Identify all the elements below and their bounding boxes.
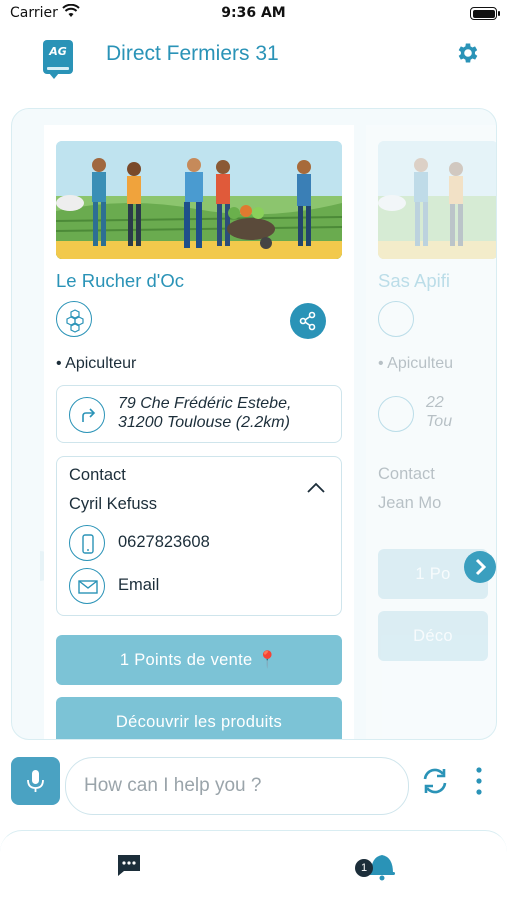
directions-icon[interactable] — [378, 396, 414, 432]
gear-icon[interactable] — [455, 40, 481, 66]
address-line-2: 31200 Toulouse (2.2km) — [118, 414, 290, 431]
phone-icon[interactable] — [69, 525, 105, 561]
microphone-icon — [27, 770, 44, 792]
notification-badge: 1 — [355, 859, 373, 877]
phone-number[interactable]: 0627823608 — [118, 533, 210, 552]
chevron-up-icon[interactable] — [305, 481, 327, 495]
discover-products-button[interactable]: Déco — [378, 611, 488, 661]
app-screen: Carrier 9:36 AM AG Direct Fermiers 31 Le… — [0, 0, 507, 900]
producer-card: Le Rucher d'Oc • Apiculteur 79 Che Frédé… — [44, 125, 354, 739]
producer-carousel[interactable]: Le Rucher d'Oc • Apiculteur 79 Che Frédé… — [11, 108, 497, 740]
next-card-button[interactable] — [464, 551, 496, 583]
address-line-1: 79 Che Frédéric Estebe, — [118, 395, 292, 412]
share-button[interactable] — [290, 303, 326, 339]
more-vertical-icon[interactable] — [470, 764, 488, 798]
producer-card-next[interactable]: Sas Apifi • Apiculteu 22 Tou Contact Jea… — [366, 125, 496, 739]
refresh-icon[interactable] — [418, 764, 452, 798]
address-line-2: Tou — [426, 413, 453, 430]
address-line-1: 22 — [426, 394, 444, 411]
app-header: AG Direct Fermiers 31 — [0, 28, 507, 90]
address-text[interactable]: 79 Che Frédéric Estebe, 31200 Toulouse (… — [118, 394, 291, 432]
hive-icon — [56, 301, 92, 337]
discover-products-button[interactable]: Découvrir les produits — [56, 697, 342, 739]
contact-title: Contact — [69, 466, 126, 484]
mail-icon[interactable] — [69, 568, 105, 604]
logo-text: AG — [49, 45, 67, 58]
clock: 9:36 AM — [221, 5, 286, 21]
producer-name[interactable]: Le Rucher d'Oc — [56, 270, 184, 292]
share-icon — [299, 311, 316, 331]
chat-input[interactable] — [65, 757, 409, 815]
chat-icon[interactable] — [116, 853, 142, 877]
farmers-illustration — [378, 141, 496, 259]
points-de-vente-button[interactable]: 1 Points de vente 📍 — [56, 635, 342, 685]
producer-category: • Apiculteu — [378, 355, 453, 372]
app-title: Direct Fermiers 31 — [106, 42, 279, 65]
hive-icon — [378, 301, 414, 337]
contact-name: Cyril Kefuss — [69, 495, 158, 513]
microphone-button[interactable] — [11, 757, 60, 805]
producer-name[interactable]: Sas Apifi — [378, 270, 450, 292]
address-box[interactable]: 79 Che Frédéric Estebe, 31200 Toulouse (… — [56, 385, 342, 443]
app-logo: AG — [43, 40, 73, 79]
contact-section: Contact Cyril Kefuss 0627823608 Email — [56, 456, 342, 616]
chevron-right-icon — [475, 558, 487, 576]
email-link[interactable]: Email — [118, 576, 159, 595]
contact-name: Jean Mo — [378, 494, 442, 512]
notifications-tab[interactable]: 1 — [355, 849, 395, 881]
address-text[interactable]: 22 Tou — [426, 393, 452, 431]
status-bar: Carrier 9:36 AM — [0, 0, 507, 28]
battery-icon — [470, 7, 500, 20]
bottom-tab-bar: 1 — [0, 830, 507, 900]
farmers-illustration — [56, 141, 342, 259]
contact-title: Contact — [378, 465, 435, 483]
producer-category: • Apiculteur — [56, 355, 137, 372]
directions-icon[interactable] — [69, 397, 105, 433]
